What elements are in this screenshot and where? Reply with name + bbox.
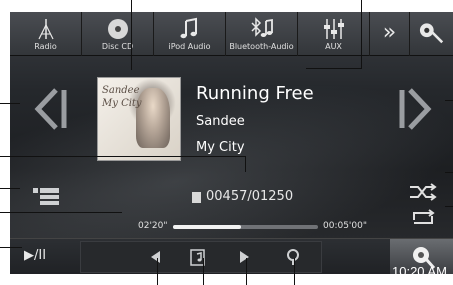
- control-bar: ▶/II: [10, 238, 453, 274]
- callout-line: [306, 68, 362, 69]
- source-disc-label: Disc CD: [101, 42, 134, 51]
- list-button[interactable]: [31, 186, 61, 208]
- head-unit-display: Radio Disc CD iPod Audio Bluetooth-Audio…: [10, 12, 453, 274]
- album-name: My City: [196, 140, 245, 155]
- callout-line: [0, 188, 20, 189]
- next-track-button[interactable]: [394, 86, 434, 132]
- elapsed-time: 02'20": [138, 221, 168, 231]
- source-aux[interactable]: AUX: [298, 12, 370, 56]
- progress-bar[interactable]: [173, 225, 318, 229]
- artwork-text-artist: Sandee: [102, 85, 140, 96]
- total-time: 00:05'00": [323, 221, 368, 231]
- play-pause-label: ▶/II: [24, 248, 47, 263]
- play-pause-button[interactable]: ▶/II: [10, 239, 65, 274]
- progress-fill: [173, 225, 242, 229]
- music-note-icon: [180, 17, 197, 39]
- callout-line: [0, 103, 20, 104]
- double-chevron-right-icon: »: [382, 20, 397, 45]
- radio-tower-icon: [38, 19, 54, 40]
- screen: Radio Disc CD iPod Audio Bluetooth-Audio…: [0, 0, 453, 285]
- shuffle-button[interactable]: [408, 182, 438, 202]
- source-radio[interactable]: Radio: [10, 12, 82, 56]
- callout-line: [0, 212, 122, 213]
- track-number: 00457/01250: [206, 189, 294, 204]
- more-sources-button[interactable]: »: [370, 12, 410, 56]
- aux-sliders-icon: [324, 19, 344, 39]
- rewind-button[interactable]: [149, 250, 161, 264]
- repeat-button[interactable]: [408, 208, 438, 228]
- callout-line: [157, 258, 158, 285]
- artist-name: Sandee: [196, 114, 245, 129]
- callout-line: [294, 258, 295, 285]
- source-bluetooth-label: Bluetooth-Audio: [229, 42, 294, 51]
- source-ipod[interactable]: iPod Audio: [154, 12, 226, 56]
- callout-line: [246, 258, 247, 285]
- source-aux-label: AUX: [325, 42, 342, 51]
- callout-line: [245, 156, 246, 172]
- setup-wrench-icon: [419, 23, 444, 44]
- file-icon: [192, 192, 201, 203]
- album-artwork: Sandee My City: [97, 77, 181, 161]
- source-bar: Radio Disc CD iPod Audio Bluetooth-Audio…: [10, 12, 453, 56]
- callout-line: [445, 172, 453, 173]
- clock: 10:20 AM: [392, 264, 447, 279]
- setup-button[interactable]: [410, 12, 453, 56]
- callout-line: [0, 156, 246, 157]
- bluetooth-music-icon: [251, 17, 273, 37]
- source-bluetooth[interactable]: Bluetooth-Audio: [226, 12, 298, 56]
- callout-line: [445, 206, 453, 207]
- artwork-text: Sandee My City: [102, 84, 142, 110]
- callout-line: [0, 247, 22, 248]
- source-radio-label: Radio: [34, 42, 57, 51]
- previous-track-button[interactable]: [32, 86, 72, 132]
- song-title: Running Free: [196, 83, 314, 104]
- callout-line: [445, 100, 453, 101]
- callout-line: [361, 0, 362, 68]
- callout-line: [203, 258, 204, 285]
- fast-forward-button[interactable]: [239, 250, 251, 264]
- source-disc[interactable]: Disc CD: [82, 12, 154, 56]
- disc-icon: [108, 19, 128, 39]
- source-ipod-label: iPod Audio: [168, 42, 211, 51]
- artwork-text-album: My City: [102, 98, 142, 109]
- callout-line: [131, 0, 132, 70]
